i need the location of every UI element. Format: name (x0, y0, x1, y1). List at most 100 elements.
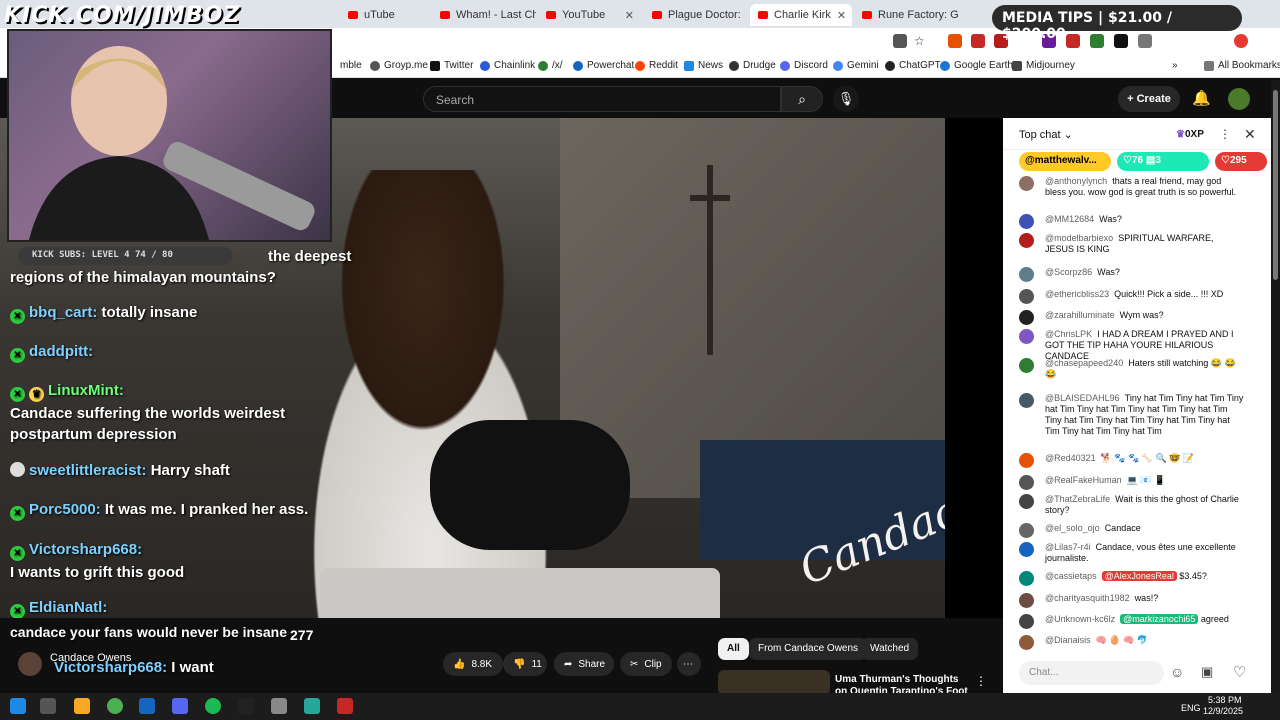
chat-mode-dropdown[interactable]: Top chat ⌄ (1019, 128, 1073, 141)
chat-author[interactable]: @Dianaisis (1045, 635, 1091, 645)
close-tab-icon[interactable]: ✕ (837, 9, 846, 22)
x-icon[interactable] (1114, 34, 1128, 48)
chat-author[interactable]: @BLAISEDAHL96 (1045, 393, 1120, 403)
bookmark[interactable]: /x/ (538, 60, 563, 71)
user-avatar[interactable] (1019, 329, 1034, 344)
chat-author[interactable]: @chasepapeed240 (1045, 358, 1123, 368)
page-scrollbar[interactable] (1271, 80, 1280, 693)
chrome-icon[interactable] (107, 698, 123, 714)
pinned-likes-pill[interactable]: ♡295 (1215, 152, 1267, 171)
chat-author[interactable]: @RealFakeHuman (1045, 475, 1122, 485)
user-avatar[interactable] (1019, 635, 1034, 650)
steam-icon[interactable] (139, 698, 155, 714)
browser-tab[interactable]: YouTube ✕ (538, 4, 642, 26)
user-avatar[interactable] (1019, 358, 1034, 373)
extension-icon[interactable] (1090, 34, 1104, 48)
browser-tab[interactable]: Rune Factory: G✕ (854, 4, 964, 26)
chat-author[interactable]: @Red40321 (1045, 453, 1096, 463)
bookmark[interactable]: Groyp.me (370, 60, 428, 71)
star-icon[interactable]: ☆ (914, 34, 928, 48)
bookmark[interactable]: Chainlink (480, 60, 535, 71)
bookmark[interactable]: Gemini (833, 60, 879, 71)
chat-author[interactable]: @Scorpz86 (1045, 267, 1092, 277)
spotify-icon[interactable] (205, 698, 221, 714)
profile-icon[interactable] (1234, 34, 1248, 48)
file-explorer-icon[interactable] (74, 698, 90, 714)
task-view-icon[interactable] (40, 698, 56, 714)
language-indicator[interactable]: ENG (1181, 703, 1201, 713)
close-tab-icon[interactable]: ✕ (625, 9, 634, 22)
bell-icon[interactable]: 🔔 (1192, 89, 1211, 107)
chat-author[interactable]: @Lilas7-r4i (1045, 542, 1091, 552)
channel-avatar[interactable] (18, 652, 42, 676)
more-options-icon[interactable]: ⋮ (975, 674, 987, 688)
start-icon[interactable] (10, 698, 26, 714)
user-avatar[interactable] (1019, 453, 1034, 468)
bookmark[interactable]: Drudge (729, 60, 776, 71)
chat-author[interactable]: @modelbarbiexo (1045, 233, 1113, 243)
metamask-icon[interactable] (948, 34, 962, 48)
extensions-puzzle-icon[interactable] (1138, 34, 1152, 48)
user-avatar[interactable] (1019, 523, 1034, 538)
extension-icon[interactable] (1066, 34, 1080, 48)
filter-chip[interactable]: Watched (861, 638, 919, 660)
bookmark[interactable]: Google Earth (940, 60, 1013, 71)
chat-author[interactable]: @zarahilluminate (1045, 310, 1115, 320)
discord-icon[interactable] (172, 698, 188, 714)
microphone-icon[interactable]: 🎙 (833, 86, 859, 112)
ublock-icon[interactable] (971, 34, 985, 48)
all-bookmarks[interactable]: All Bookmarks (1204, 60, 1280, 71)
user-avatar[interactable] (1019, 571, 1034, 586)
browser-tab[interactable]: uTube (340, 4, 430, 26)
chat-author[interactable]: @Unknown-kc6lz (1045, 614, 1115, 624)
mention-chip[interactable]: @markizanochi65 (1120, 614, 1199, 624)
more-options-icon[interactable]: ⋮ (1219, 127, 1231, 141)
chat-author[interactable]: @ThatZebraLife (1045, 494, 1110, 504)
chat-author[interactable]: @charityasquith1982 (1045, 593, 1130, 603)
install-icon[interactable] (893, 34, 907, 48)
emoji-icon[interactable]: ☺ (1170, 664, 1184, 680)
chat-author[interactable]: @cassietaps (1045, 571, 1097, 581)
scrollbar-thumb[interactable] (1273, 90, 1278, 280)
chat-author[interactable]: @ethericbliss23 (1045, 289, 1109, 299)
chat-author[interactable]: @anthonylynch (1045, 176, 1107, 186)
user-avatar[interactable] (1019, 475, 1034, 490)
heart-icon[interactable]: ♡ (1233, 663, 1246, 681)
chat-author[interactable]: @MM12684 (1045, 214, 1094, 224)
avatar[interactable] (1228, 88, 1250, 110)
super-chat-icon[interactable]: ▣ (1201, 664, 1213, 680)
bookmark[interactable]: Reddit (635, 60, 678, 71)
more-bookmarks-icon[interactable]: » (1172, 60, 1178, 71)
app-icon[interactable] (337, 698, 353, 714)
user-avatar[interactable] (1019, 267, 1034, 282)
browser-tab[interactable]: Wham! - Last Ch✕ (432, 4, 536, 26)
like-button[interactable]: 👍 8.8K (443, 652, 503, 676)
clock-date[interactable]: 12/9/2025 (1203, 706, 1243, 716)
app-icon[interactable] (238, 698, 254, 714)
search-input[interactable]: Search (423, 86, 781, 112)
bookmark[interactable]: Twitter (430, 60, 473, 71)
chat-input[interactable]: Chat... (1019, 661, 1164, 685)
bookmark[interactable]: ChatGPT (885, 60, 941, 71)
user-avatar[interactable] (1019, 176, 1034, 191)
bookmark[interactable]: mble (340, 60, 362, 71)
user-avatar[interactable] (1019, 614, 1034, 629)
user-avatar[interactable] (1019, 214, 1034, 229)
share-button[interactable]: ➦ Share (554, 652, 614, 676)
close-tab-icon[interactable]: ✕ (747, 9, 748, 22)
app-icon[interactable] (271, 698, 287, 714)
filter-chip[interactable]: From Candace Owens (749, 638, 868, 660)
user-avatar[interactable] (1019, 310, 1034, 325)
bookmark[interactable]: Discord (780, 60, 828, 71)
user-avatar[interactable] (1019, 393, 1034, 408)
close-icon[interactable]: ✕ (1244, 126, 1256, 143)
more-actions-icon[interactable]: ⋯ (677, 652, 701, 676)
bookmark[interactable]: News (684, 60, 723, 71)
create-button[interactable]: + Create (1118, 86, 1180, 112)
pinned-stats-pill[interactable]: ♡76 ▤3 (1117, 152, 1209, 171)
chat-scrollbar[interactable] (1262, 176, 1268, 651)
user-avatar[interactable] (1019, 542, 1034, 557)
dislike-button[interactable]: 👎 11 (503, 652, 547, 676)
user-avatar[interactable] (1019, 494, 1034, 509)
mention-chip[interactable]: @AlexJonesReal (1101, 571, 1177, 581)
